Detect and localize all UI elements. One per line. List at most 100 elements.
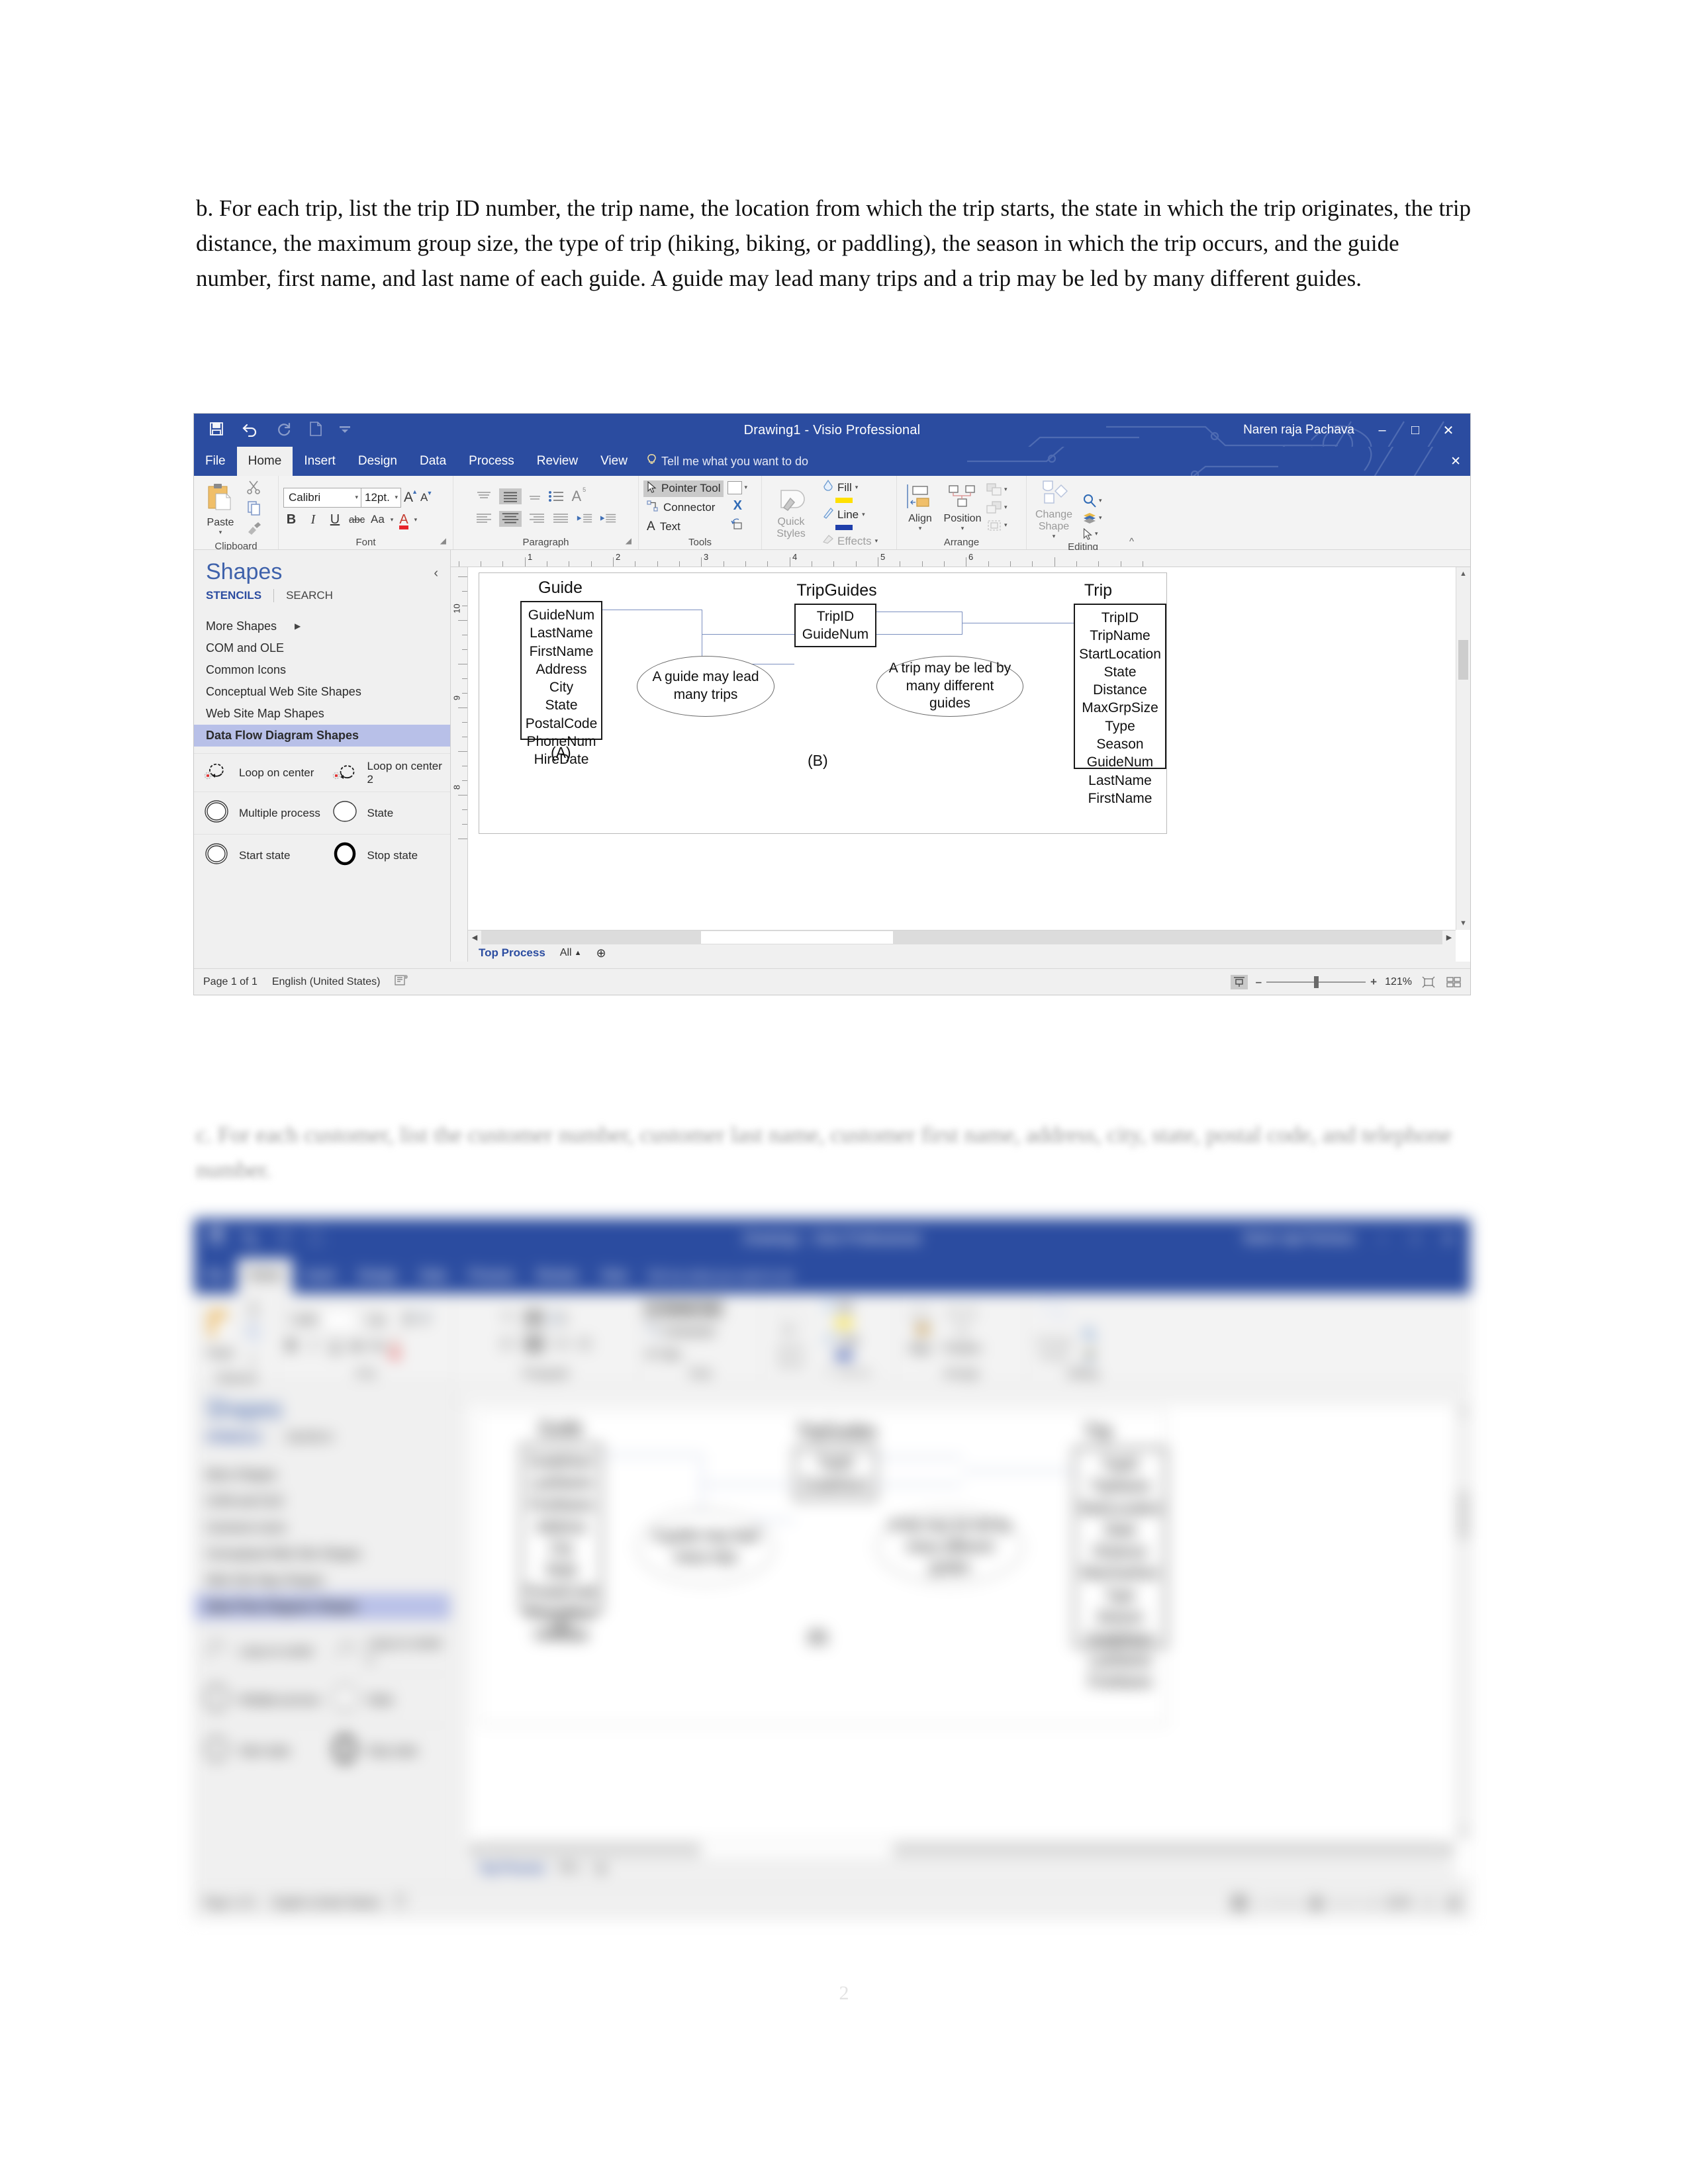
font-color-button[interactable]: A [399,512,408,529]
fit-window-icon[interactable] [1445,975,1462,989]
stencil-shape-state[interactable]: State [322,798,451,828]
shapes-panel-tabs[interactable]: STENCILS SEARCH [194,585,450,602]
chevron-right-icon[interactable]: ▶ [295,621,301,631]
zoom-in-button[interactable]: + [1370,976,1377,989]
font-family-input[interactable]: Calibri ▾ [283,487,361,508]
zoom-slider[interactable]: – + [1256,976,1377,989]
fill-button[interactable]: Fill ▾ [822,479,878,496]
tab-stencils[interactable]: STENCILS [206,589,273,602]
page-tab-top-process[interactable]: Top Process [479,946,545,960]
strikethrough-button[interactable]: abc [349,514,365,525]
stencil-item-data-flow-diagram-shapes[interactable]: Data Flow Diagram Shapes [194,725,450,747]
decrease-indent-icon[interactable] [576,513,593,525]
justify-icon[interactable] [552,513,569,525]
shapes-panel-collapse-icon[interactable]: ‹ [434,566,438,581]
bring-forward-dropdown-icon[interactable]: ▾ [1004,486,1008,493]
tab-home[interactable]: Home [236,447,293,476]
zoom-track[interactable] [1266,976,1366,988]
page-tab-bar[interactable]: Top Process All ▲ ⊕ [468,944,1456,962]
horizontal-ruler[interactable]: 1 2 3 4 5 6 [451,550,1470,567]
align-dropdown-icon[interactable]: ▾ [919,525,922,532]
bring-forward-button[interactable]: ▾ [986,482,1008,496]
send-backward-button[interactable]: ▾ [986,500,1008,514]
format-painter-icon[interactable] [246,522,262,539]
paragraph-dialog-launcher-icon[interactable]: ◢ [626,534,632,548]
scroll-right-icon[interactable]: ▶ [1442,931,1456,944]
swatch-dropdown-icon[interactable]: ▾ [744,484,747,491]
select-button[interactable]: ▾ [1082,527,1102,540]
underline-button[interactable]: U [327,512,343,527]
align-top-icon[interactable] [475,490,492,502]
stencil-item-web-site-map-shapes[interactable]: Web Site Map Shapes [194,703,450,725]
canvas-horizontal-scrollbar[interactable]: ◀ ▶ [468,930,1456,944]
layers-dropdown-icon[interactable]: ▾ [1099,514,1102,522]
select-dropdown-icon[interactable]: ▾ [1095,530,1098,537]
stencil-item-more-shapes[interactable]: More Shapes ▶ [194,615,450,637]
annotation-ellipse-trip-led-by[interactable]: A trip may be led by many different guid… [876,656,1023,717]
vertical-scroll-thumb[interactable] [1458,640,1468,680]
tell-me-search[interactable]: Tell me what you want to do [639,447,816,476]
align-button[interactable]: Align ▾ [902,483,939,532]
scroll-up-icon[interactable]: ▲ [1456,567,1470,580]
text-tool-button[interactable]: A Text [643,519,724,535]
rotate-shape-icon[interactable] [730,518,745,534]
font-family-dropdown-icon[interactable]: ▾ [355,494,358,501]
align-right-icon[interactable] [528,513,545,525]
bullet-list-icon[interactable] [548,490,565,502]
window-controls[interactable]: – □ ✕ [1366,414,1465,447]
close-button[interactable]: ✕ [1432,414,1465,447]
text-direction-icon[interactable]: A5 [572,486,586,505]
scroll-down-icon[interactable]: ▼ [1456,917,1470,930]
font-size-dropdown-icon[interactable]: ▾ [395,494,398,501]
zoom-thumb[interactable] [1314,976,1319,988]
tab-design[interactable]: Design [347,447,408,476]
presentation-mode-icon[interactable] [1230,974,1248,989]
italic-button[interactable]: I [305,512,321,527]
stencil-item-conceptual-web-site-shapes[interactable]: Conceptual Web Site Shapes [194,681,450,703]
paste-button[interactable]: Paste ▾ [199,483,242,536]
position-dropdown-icon[interactable]: ▾ [961,525,964,532]
line-button[interactable]: Line ▾ [822,506,878,523]
pointer-tool-button[interactable]: Pointer Tool [643,480,724,497]
page-indicator[interactable]: Page 1 of 1 [203,976,258,988]
quick-styles-button[interactable]: Quick Styles [767,488,816,540]
bold-button[interactable]: B [283,512,299,527]
drawing-page[interactable]: Guide GuideNum LastName FirstName Addres… [479,572,1167,834]
find-button[interactable]: ▾ [1082,494,1102,508]
scroll-left-icon[interactable]: ◀ [468,931,481,944]
tab-process[interactable]: Process [457,447,526,476]
copy-icon[interactable] [246,500,262,520]
stencil-shape-multiple-process[interactable]: Multiple process [194,798,322,828]
entity-box-tripguides[interactable]: TripID GuideNum [794,604,876,647]
paste-dropdown-icon[interactable]: ▾ [219,529,222,536]
fill-dropdown-icon[interactable]: ▾ [855,484,859,491]
accessibility-icon[interactable] [395,974,409,990]
effects-button[interactable]: Effects ▾ [822,534,878,548]
align-middle-icon[interactable] [498,488,522,504]
fit-page-icon[interactable] [1420,975,1437,989]
group-shapes-button[interactable]: ▾ [986,519,1008,532]
effects-dropdown-icon[interactable]: ▾ [875,537,878,545]
font-color-dropdown-icon[interactable]: ▾ [414,516,418,523]
cut-icon[interactable] [246,479,262,498]
change-case-dropdown-icon[interactable]: ▾ [391,516,394,523]
vertical-ruler[interactable]: 10 9 8 [451,567,468,962]
group-shapes-dropdown-icon[interactable]: ▾ [1004,522,1008,529]
annotation-ellipse-guide-leads[interactable]: A guide may lead many trips [637,656,774,717]
tab-insert[interactable]: Insert [293,447,347,476]
align-center-icon[interactable] [498,511,522,527]
ribbon-tab-strip[interactable]: File Home Insert Design Data Process Rev… [194,447,1470,476]
minimize-button[interactable]: – [1366,414,1399,447]
stencil-shape-loop-on-center[interactable]: Loop on center [194,760,322,785]
stencil-item-common-icons[interactable]: Common Icons [194,659,450,681]
stencil-shape-stop-state[interactable]: Stop state [322,841,451,870]
language-indicator[interactable]: English (United States) [272,976,381,988]
account-name[interactable]: Naren raja Pachava [1243,414,1354,447]
tab-view[interactable]: View [589,447,639,476]
stencil-item-com-and-ole[interactable]: COM and OLE [194,637,450,659]
horizontal-scroll-thumb[interactable] [701,931,893,944]
close-x-icon[interactable]: X [733,498,742,514]
increase-indent-icon[interactable] [600,513,617,525]
align-bottom-icon[interactable] [528,490,541,502]
grow-font-icon[interactable]: A ▲ [404,488,418,506]
